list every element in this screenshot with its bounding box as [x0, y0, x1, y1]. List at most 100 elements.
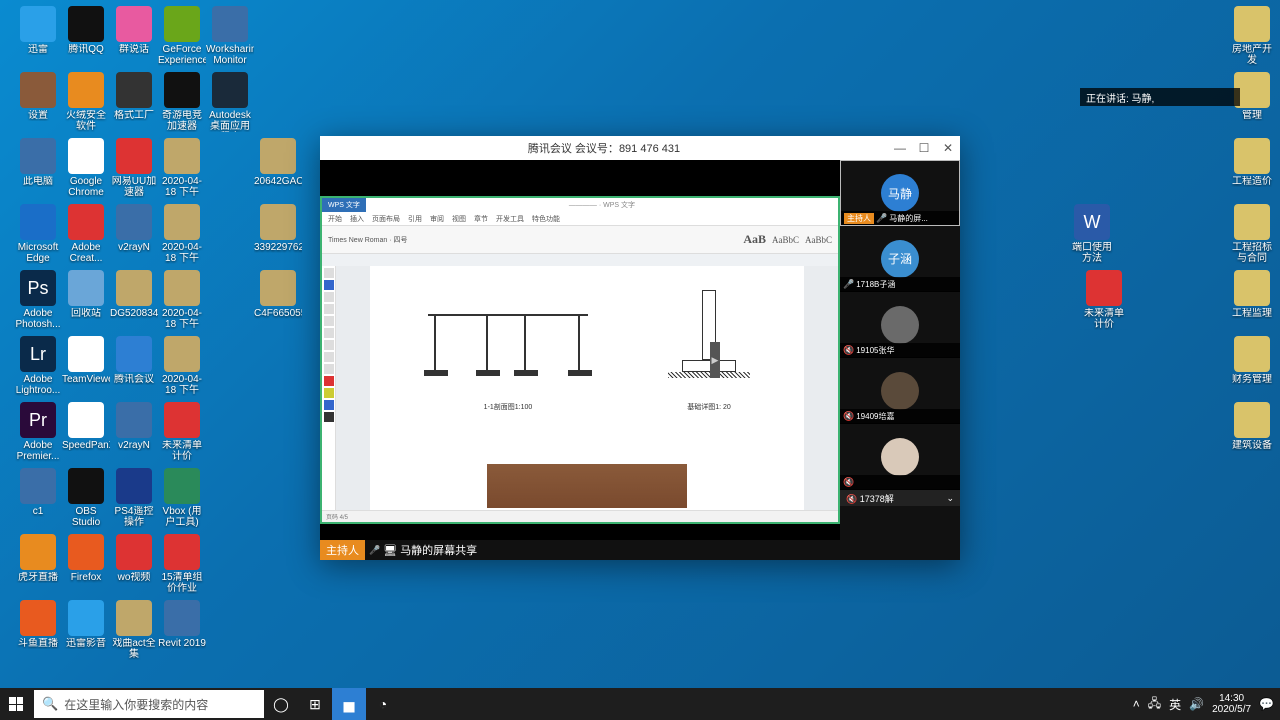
desktop-icon[interactable]: TeamViewer: [62, 336, 110, 385]
desktop-icon[interactable]: PrAdobe Premier...: [14, 402, 62, 462]
desktop-icon[interactable]: DG520834...: [110, 270, 158, 319]
desktop-icon[interactable]: 2020-04-18 下午6_45...: [158, 138, 206, 198]
desktop-icon[interactable]: SpeedPanX: [62, 402, 110, 451]
desktop-icon[interactable]: 2020-04-18 下午6_46...: [158, 270, 206, 330]
meeting-titlebar[interactable]: 腾讯会议 会议号：891 476 431 — ☐ ✕: [320, 136, 960, 160]
desktop-icon[interactable]: GeForce Experience: [158, 6, 206, 66]
desktop-icon[interactable]: 工程造价: [1228, 138, 1276, 187]
tray-network-icon[interactable]: 🖧: [1148, 694, 1161, 715]
desktop-icon[interactable]: 奇游电竞加速器: [158, 72, 206, 132]
task-view-button[interactable]: ⊞: [298, 688, 332, 720]
participants-toggle[interactable]: ▶: [710, 342, 720, 378]
app-icon: [116, 336, 152, 372]
desktop-icon[interactable]: Vbox (用户工具): [158, 468, 206, 528]
tray-chevron-icon[interactable]: ˄: [1133, 697, 1140, 711]
desktop-icon[interactable]: Firefox: [62, 534, 110, 583]
desktop-icon[interactable]: OBS Studio: [62, 468, 110, 528]
desktop-icon[interactable]: 20642GAC...: [254, 138, 302, 187]
app-icon: [20, 6, 56, 42]
desktop-icon[interactable]: Revit 2019: [158, 600, 206, 649]
desktop-icon-label: 建筑设备: [1228, 440, 1276, 451]
desktop-icon[interactable]: 2020-04-18 下午6_47...: [158, 336, 206, 396]
participants-more[interactable]: 🔇 17378解⌄: [840, 490, 960, 506]
desktop-icon[interactable]: 网易UU加速器: [110, 138, 158, 198]
cortana-button[interactable]: ◯: [264, 688, 298, 720]
participant-item[interactable]: 🔇19105张华: [840, 292, 960, 358]
system-tray[interactable]: ˄ 🖧 英 🔊 14:30 2020/5/7 💬: [1127, 693, 1280, 715]
close-button[interactable]: ✕: [936, 136, 960, 160]
start-button[interactable]: [0, 688, 32, 720]
desktop-icon[interactable]: 腾讯QQ: [62, 6, 110, 55]
desktop-icon-label: 迅雷影音: [62, 638, 110, 649]
desktop-icon[interactable]: Autodesk 桌面应用程序: [206, 72, 254, 132]
tray-ime-icon[interactable]: 英: [1169, 696, 1181, 713]
tray-notifications-icon[interactable]: 💬: [1259, 697, 1274, 711]
app-icon: [260, 204, 296, 240]
desktop-icon[interactable]: 3392297625...: [254, 204, 302, 253]
taskbar-app-obs[interactable]: ◔: [366, 688, 400, 720]
desktop-icon[interactable]: 腾讯会议: [110, 336, 158, 385]
desktop-icon[interactable]: 此电脑: [14, 138, 62, 187]
app-icon: [68, 138, 104, 174]
wps-status-bar: 页码 4/5: [322, 510, 838, 522]
desktop-icon[interactable]: Adobe Creat...: [62, 204, 110, 264]
desktop-icon[interactable]: Google Chrome: [62, 138, 110, 198]
mic-icon: 🎤: [876, 213, 887, 224]
desktop-icon[interactable]: 格式工厂: [110, 72, 158, 121]
participant-item[interactable]: 马静主持人🎤马静的屏...: [840, 160, 960, 226]
desktop-icon[interactable]: Worksharing Monitor fo...: [206, 6, 254, 66]
desktop-icon-label: TeamViewer: [62, 374, 110, 385]
desktop-icon[interactable]: PS4遥控操作: [110, 468, 158, 528]
participant-item[interactable]: 🔇: [840, 424, 960, 490]
avatar: [881, 438, 919, 476]
desktop-icon[interactable]: 15清单组价作业: [158, 534, 206, 594]
taskbar-clock[interactable]: 14:30 2020/5/7: [1212, 693, 1251, 715]
desktop-icon[interactable]: 工程监理: [1228, 270, 1276, 319]
desktop-icon[interactable]: 戏曲act全集: [110, 600, 158, 660]
participant-name-bar: 主持人🎤马静的屏...: [841, 211, 959, 225]
figure-caption-right: 基础详图1: 20: [654, 402, 764, 412]
desktop-icon[interactable]: 群说话: [110, 6, 158, 55]
desktop-icon[interactable]: v2rayN: [110, 204, 158, 253]
search-icon: 🔍: [42, 696, 58, 712]
figure-caption-left: 1-1剖面图1:100: [428, 402, 588, 412]
desktop-icon[interactable]: PsAdobe Photosh...: [14, 270, 62, 330]
tray-volume-icon[interactable]: 🔊: [1189, 697, 1204, 711]
desktop-icon[interactable]: 未来清单计价: [158, 402, 206, 462]
desktop-icon[interactable]: wo视频: [110, 534, 158, 583]
desktop-icon[interactable]: 工程招标与合同: [1228, 204, 1276, 264]
participant-label: 马静的屏...: [889, 213, 928, 224]
desktop-icon[interactable]: 财务管理: [1228, 336, 1276, 385]
desktop-icon[interactable]: 2020-04-18 下午6_46...: [158, 204, 206, 264]
taskbar: 🔍 在这里输入你要搜索的内容 ◯ ⊞ ▅ ◔ ˄ 🖧 英 🔊 14:30 202…: [0, 688, 1280, 720]
wps-menu-bar: 开始插入页面布局引用审阅视图章节开发工具特色功能: [322, 212, 838, 226]
desktop-icon[interactable]: 火绒安全软件: [62, 72, 110, 132]
desktop-icon[interactable]: 斗鱼直播: [14, 600, 62, 649]
desktop-icon[interactable]: Microsoft Edge: [14, 204, 62, 264]
minimize-button[interactable]: —: [888, 136, 912, 160]
desktop-icon[interactable]: LrAdobe Lightroo...: [14, 336, 62, 396]
participant-item[interactable]: 🔇19409培嘉: [840, 358, 960, 424]
wps-menu-item: 开始: [328, 214, 342, 224]
maximize-button[interactable]: ☐: [912, 136, 936, 160]
desktop-icon-label: Autodesk 桌面应用程序: [206, 110, 254, 132]
participant-item[interactable]: 子涵🎤1718B子涵: [840, 226, 960, 292]
taskbar-app-meeting[interactable]: ▅: [332, 688, 366, 720]
desktop-icon[interactable]: 回收站: [62, 270, 110, 319]
app-icon: [116, 468, 152, 504]
desktop-icon[interactable]: 迅雷: [14, 6, 62, 55]
app-icon: [164, 600, 200, 636]
desktop-icon[interactable]: 房地产开发: [1228, 6, 1276, 66]
desktop-icon[interactable]: W端口使用方法: [1068, 204, 1116, 264]
desktop-icon[interactable]: 虎牙直播: [14, 534, 62, 583]
wps-style-preview: AaBbC: [805, 235, 832, 245]
taskbar-search[interactable]: 🔍 在这里输入你要搜索的内容: [34, 690, 264, 718]
desktop-icon[interactable]: 设置: [14, 72, 62, 121]
desktop-icon[interactable]: 迅雷影音: [62, 600, 110, 649]
desktop-icon[interactable]: 未来清单计价V6.2.8.202...: [1080, 270, 1128, 330]
desktop-icon[interactable]: c1: [14, 468, 62, 517]
desktop-icon[interactable]: C4F665055...: [254, 270, 302, 319]
desktop-icon[interactable]: v2rayN: [110, 402, 158, 451]
desktop-icon[interactable]: 建筑设备: [1228, 402, 1276, 451]
app-icon: [212, 6, 248, 42]
